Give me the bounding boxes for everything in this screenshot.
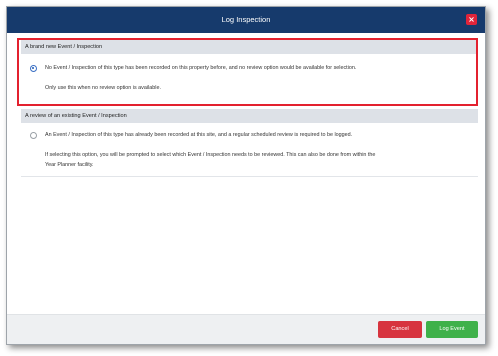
- log-event-button[interactable]: Log Event: [426, 321, 478, 338]
- section-header-review-event: A review of an existing Event / Inspecti…: [21, 109, 478, 123]
- dialog-title: Log Inspection: [221, 15, 271, 24]
- review-event-note-line1: If selecting this option, you will be pr…: [45, 152, 376, 158]
- review-event-description: An Event / Inspection of this type has a…: [45, 132, 353, 138]
- cancel-button[interactable]: Cancel: [378, 321, 422, 338]
- close-icon[interactable]: ×: [466, 14, 477, 25]
- log-inspection-dialog: Log Inspection × A brand new Event / Ins…: [6, 6, 486, 345]
- radio-review-event[interactable]: [30, 132, 37, 139]
- section-divider: [21, 176, 478, 177]
- dialog-titlebar: Log Inspection ×: [7, 7, 485, 33]
- selection-highlight: [17, 38, 478, 106]
- dialog-footer: Cancel Log Event: [7, 314, 485, 344]
- review-event-note-line2: Year Planner facility.: [45, 162, 94, 168]
